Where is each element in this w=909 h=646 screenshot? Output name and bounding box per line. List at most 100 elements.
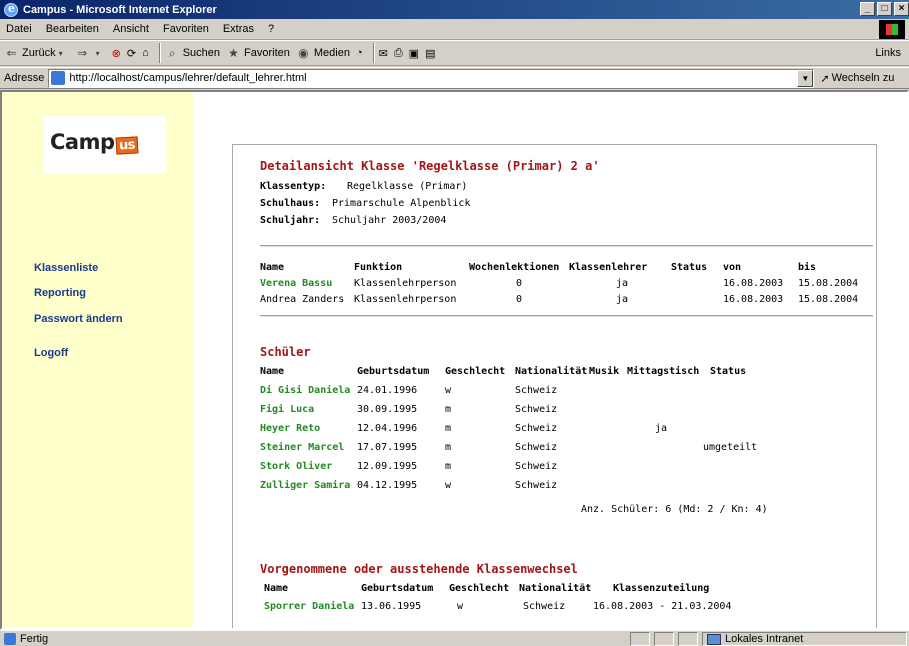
field-label: Schulhaus: — [260, 198, 321, 209]
menubar: Datei Bearbeiten Ansicht Favoriten Extra… — [0, 19, 909, 40]
student-name-link[interactable]: Figi Luca — [260, 404, 314, 415]
table-cell: 16.08.2003 - 21.03.2004 — [593, 601, 732, 612]
table-cell: Klassenlehrperson — [354, 294, 457, 305]
sidebar: Camp us Klassenliste Reporting Passwort ä… — [2, 92, 193, 628]
address-input[interactable]: http://localhost/campus/lehrer/default_l… — [48, 68, 815, 88]
table-cell: 0 — [516, 294, 523, 305]
page-icon — [51, 71, 66, 85]
col-header: Name — [264, 583, 289, 594]
col-header: Geburtsdatum — [361, 583, 434, 594]
links-label[interactable]: Links — [875, 47, 901, 59]
print-icon[interactable]: ⎙ — [394, 47, 403, 60]
history-icon[interactable]: ◔ — [356, 47, 363, 59]
table-cell: Schweiz — [515, 480, 558, 491]
address-url: http://localhost/campus/lehrer/default_l… — [69, 72, 307, 84]
nav-passwort-aendern[interactable]: Passwort ändern — [34, 313, 123, 325]
status-cell — [678, 632, 698, 646]
table-cell: Schweiz — [515, 461, 558, 472]
col-header: Wochenlektionen — [469, 262, 560, 273]
windows-logo-icon — [879, 20, 905, 39]
table-cell: m — [445, 423, 452, 434]
search-icon: ⌕ — [168, 45, 176, 60]
table-cell: w — [445, 480, 452, 491]
zone-panel: Lokales Intranet — [702, 632, 907, 646]
window-titlebar: Campus - Microsoft Internet Explorer _ □… — [0, 0, 909, 19]
close-button[interactable]: × — [894, 2, 909, 16]
table-cell: 12.09.1995 — [357, 461, 418, 472]
table-cell: ja — [655, 423, 668, 434]
campus-logo: Camp us — [44, 116, 166, 174]
teacher-name-link[interactable]: Verena Bassu — [260, 278, 332, 289]
divider — [260, 245, 873, 247]
nav-reporting[interactable]: Reporting — [34, 287, 86, 299]
table-cell: Schweiz — [515, 385, 558, 396]
col-header: Nationalität — [515, 366, 588, 377]
students-summary: Anz. Schüler: 6 (Md: 2 / Kn: 4) — [581, 504, 768, 515]
field-label: Schuljahr: — [260, 215, 321, 226]
table-cell: w — [457, 601, 464, 612]
menu-help[interactable]: ? — [268, 23, 274, 35]
mail-icon[interactable]: ✉ — [379, 47, 388, 60]
col-header: bis — [798, 262, 817, 273]
col-header: Status — [671, 262, 708, 273]
table-cell: m — [445, 404, 452, 415]
nav-logoff[interactable]: Logoff — [34, 347, 68, 359]
back-arrow-icon: ⇐ — [6, 45, 17, 60]
table-cell: m — [445, 442, 452, 453]
discuss-icon[interactable]: ▤ — [425, 47, 435, 60]
table-cell: 16.08.2003 — [723, 294, 784, 305]
status-bar: Fertig Lokales Intranet — [0, 630, 909, 646]
favorites-icon: ★ — [228, 45, 239, 60]
table-cell: ja — [616, 294, 629, 305]
table-cell: 15.08.2004 — [798, 294, 859, 305]
field-value: Primarschule Alpenblick — [332, 198, 471, 209]
favorites-button[interactable]: ★ Favoriten — [226, 46, 290, 61]
minimize-button[interactable]: _ — [860, 2, 875, 16]
changes-title: Vorgenommene oder ausstehende Klassenwec… — [260, 562, 578, 576]
forward-button[interactable]: ⇒ ▾ — [75, 46, 106, 61]
nav-klassenliste[interactable]: Klassenliste — [34, 262, 98, 274]
menu-datei[interactable]: Datei — [6, 23, 32, 35]
student-name-link[interactable]: Zulliger Samira — [260, 480, 350, 491]
menu-favoriten[interactable]: Favoriten — [163, 23, 209, 35]
col-header: Funktion — [354, 262, 403, 273]
menu-extras[interactable]: Extras — [223, 23, 254, 35]
teacher-name: Andrea Zanders — [260, 294, 345, 305]
refresh-icon[interactable]: ⟳ — [127, 47, 136, 60]
field-value: Regelklasse (Primar) — [347, 181, 468, 192]
student-name-link[interactable]: Di Gisi Daniela — [260, 385, 350, 396]
intranet-icon — [707, 633, 721, 645]
menu-bearbeiten[interactable]: Bearbeiten — [46, 23, 99, 35]
stop-icon[interactable]: ⊗ — [112, 47, 121, 60]
address-dropdown-icon[interactable]: ▼ — [797, 69, 814, 87]
status-text: Fertig — [20, 632, 49, 645]
home-icon[interactable]: ⌂ — [142, 47, 149, 59]
menu-ansicht[interactable]: Ansicht — [113, 23, 149, 35]
student-name-link[interactable]: Heyer Reto — [260, 423, 320, 434]
table-cell: umgeteilt — [703, 442, 758, 453]
maximize-button[interactable]: □ — [877, 2, 892, 16]
col-header: Status — [710, 366, 747, 377]
edit-icon[interactable]: ▣ — [409, 47, 419, 60]
student-name-link[interactable]: Stork Oliver — [260, 461, 332, 472]
table-cell: 30.09.1995 — [357, 404, 418, 415]
table-cell: 15.08.2004 — [798, 278, 859, 289]
change-name-link[interactable]: Sporrer Daniela — [264, 601, 354, 612]
col-header: Klassenlehrer — [569, 262, 648, 273]
table-cell: w — [445, 385, 452, 396]
chevron-down-icon: ▾ — [58, 48, 63, 58]
go-button[interactable]: ➚ Wechseln zu — [820, 72, 894, 85]
field-value: Schuljahr 2003/2004 — [332, 215, 447, 226]
toolbar-separator — [372, 43, 375, 63]
search-button[interactable]: ⌕ Suchen — [165, 46, 220, 61]
table-cell: Schweiz — [523, 601, 566, 612]
col-header: Name — [260, 366, 285, 377]
col-header: Geburtsdatum — [357, 366, 430, 377]
window-title: Campus - Microsoft Internet Explorer — [23, 3, 217, 16]
content-panel: Detailansicht Klasse 'Regelklasse (Prima… — [232, 144, 877, 628]
media-button[interactable]: ◉ Medien — [296, 46, 350, 61]
back-button[interactable]: ⇐ Zurück ▾ — [4, 46, 69, 61]
student-name-link[interactable]: Steiner Marcel — [260, 442, 344, 453]
table-cell: 12.04.1996 — [357, 423, 418, 434]
ie-icon — [4, 2, 18, 17]
